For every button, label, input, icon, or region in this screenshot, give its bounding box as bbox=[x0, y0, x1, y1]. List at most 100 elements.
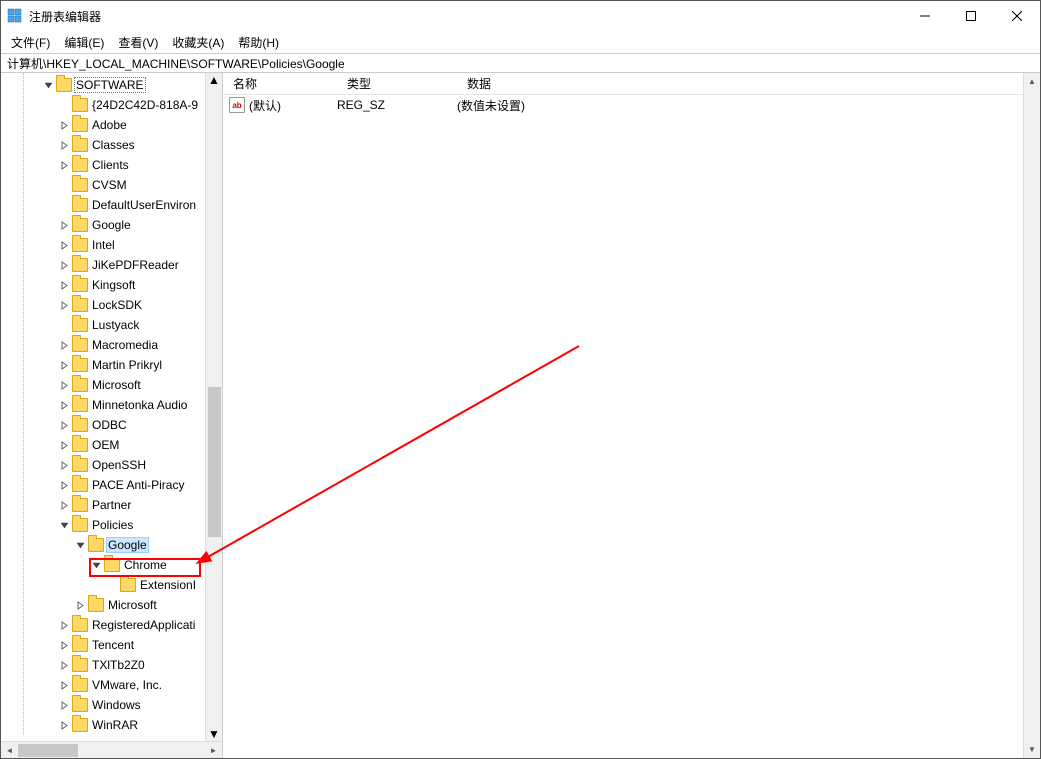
chevron-right-icon[interactable] bbox=[59, 120, 70, 131]
maximize-button[interactable] bbox=[948, 1, 994, 31]
chevron-right-icon[interactable] bbox=[59, 380, 70, 391]
chevron-right-icon[interactable] bbox=[59, 420, 70, 431]
tree-row[interactable]: VMware, Inc. bbox=[1, 675, 222, 695]
chevron-down-icon[interactable] bbox=[75, 540, 86, 551]
tree-row[interactable]: Windows bbox=[1, 695, 222, 715]
scroll-up-button[interactable]: ▲ bbox=[208, 73, 220, 87]
tree-row[interactable]: SOFTWARE bbox=[1, 75, 222, 95]
scroll-track[interactable] bbox=[1024, 90, 1041, 741]
folder-icon bbox=[72, 318, 88, 332]
chevron-right-icon[interactable] bbox=[59, 140, 70, 151]
minimize-button[interactable] bbox=[902, 1, 948, 31]
tree-row[interactable]: WinRAR bbox=[1, 715, 222, 735]
tree-row[interactable]: DefaultUserEnviron bbox=[1, 195, 222, 215]
close-button[interactable] bbox=[994, 1, 1040, 31]
tree-row[interactable]: Microsoft bbox=[1, 375, 222, 395]
tree-row[interactable]: OEM bbox=[1, 435, 222, 455]
chevron-right-icon[interactable] bbox=[59, 240, 70, 251]
scroll-thumb[interactable] bbox=[208, 387, 221, 537]
tree-row[interactable]: OpenSSH bbox=[1, 455, 222, 475]
tree-row[interactable]: Partner bbox=[1, 495, 222, 515]
chevron-right-icon[interactable] bbox=[59, 160, 70, 171]
chevron-right-icon[interactable] bbox=[59, 440, 70, 451]
menu-edit[interactable]: 编辑(E) bbox=[64, 34, 104, 51]
tree-row[interactable]: ODBC bbox=[1, 415, 222, 435]
menu-help[interactable]: 帮助(H) bbox=[238, 34, 279, 51]
tree-row[interactable]: Martin Prikryl bbox=[1, 355, 222, 375]
chevron-down-icon[interactable] bbox=[91, 560, 102, 571]
chevron-right-icon[interactable] bbox=[59, 620, 70, 631]
chevron-right-icon[interactable] bbox=[59, 220, 70, 231]
chevron-right-icon[interactable] bbox=[59, 700, 70, 711]
chevron-right-icon[interactable] bbox=[59, 360, 70, 371]
scroll-right-button[interactable]: ► bbox=[205, 742, 222, 759]
tree-row[interactable]: Lustyack bbox=[1, 315, 222, 335]
address-path: 计算机\HKEY_LOCAL_MACHINE\SOFTWARE\Policies… bbox=[7, 55, 345, 72]
chevron-right-icon[interactable] bbox=[59, 400, 70, 411]
tree-item-label: Kingsoft bbox=[92, 278, 135, 292]
column-header-name[interactable]: 名称 bbox=[223, 75, 337, 92]
chevron-right-icon[interactable] bbox=[75, 600, 86, 611]
value-name: (默认) bbox=[249, 97, 337, 114]
tree-row[interactable]: Google bbox=[1, 535, 222, 555]
list-vertical-scrollbar[interactable]: ▲ ▼ bbox=[1023, 73, 1040, 758]
chevron-right-icon[interactable] bbox=[59, 640, 70, 651]
menu-view[interactable]: 查看(V) bbox=[118, 34, 158, 51]
chevron-right-icon[interactable] bbox=[59, 680, 70, 691]
chevron-right-icon[interactable] bbox=[59, 480, 70, 491]
tree-horizontal-scrollbar[interactable]: ◄ ► bbox=[1, 741, 222, 758]
tree-row[interactable]: Minnetonka Audio bbox=[1, 395, 222, 415]
tree-row[interactable]: Policies bbox=[1, 515, 222, 535]
tree-row[interactable]: Intel bbox=[1, 235, 222, 255]
tree-row[interactable]: Tencent bbox=[1, 635, 222, 655]
registry-editor-window: 注册表编辑器 文件(F) 编辑(E) 查看(V) 收藏夹(A) 帮助(H) 计算… bbox=[0, 0, 1041, 759]
tree-row[interactable]: LockSDK bbox=[1, 295, 222, 315]
folder-icon bbox=[88, 598, 104, 612]
menu-file[interactable]: 文件(F) bbox=[11, 34, 50, 51]
scroll-thumb[interactable] bbox=[18, 744, 78, 757]
list-row[interactable]: ab (默认) REG_SZ (数值未设置) bbox=[223, 95, 1040, 115]
scroll-left-button[interactable]: ◄ bbox=[1, 742, 18, 759]
chevron-down-icon[interactable] bbox=[43, 80, 54, 91]
tree-row[interactable]: Adobe bbox=[1, 115, 222, 135]
chevron-right-icon[interactable] bbox=[59, 660, 70, 671]
scroll-track[interactable] bbox=[18, 742, 205, 759]
scroll-track[interactable] bbox=[206, 87, 223, 727]
tree-row[interactable]: Chrome bbox=[1, 555, 222, 575]
tree-row[interactable]: ExtensionI bbox=[1, 575, 222, 595]
tree-row[interactable]: TXlTb2Z0 bbox=[1, 655, 222, 675]
chevron-right-icon[interactable] bbox=[59, 500, 70, 511]
tree-row[interactable]: Clients bbox=[1, 155, 222, 175]
folder-icon bbox=[72, 518, 88, 532]
tree-row[interactable]: Google bbox=[1, 215, 222, 235]
chevron-right-icon[interactable] bbox=[59, 340, 70, 351]
menu-favorites[interactable]: 收藏夹(A) bbox=[172, 34, 224, 51]
chevron-right-icon[interactable] bbox=[59, 460, 70, 471]
tree-row[interactable]: Microsoft bbox=[1, 595, 222, 615]
tree-scroll-viewport[interactable]: SOFTWARE {24D2C42D-818A-9 AdobeClassesClie… bbox=[1, 73, 222, 741]
tree-row[interactable]: PACE Anti-Piracy bbox=[1, 475, 222, 495]
tree-row[interactable]: CVSM bbox=[1, 175, 222, 195]
chevron-right-icon[interactable] bbox=[59, 280, 70, 291]
tree-row[interactable]: RegisteredApplicati bbox=[1, 615, 222, 635]
scroll-down-button[interactable]: ▼ bbox=[1024, 741, 1041, 758]
folder-icon bbox=[72, 438, 88, 452]
chevron-down-icon[interactable] bbox=[59, 520, 70, 531]
tree-item-label: {24D2C42D-818A-9 bbox=[92, 98, 198, 112]
folder-icon bbox=[72, 398, 88, 412]
tree-row[interactable]: Classes bbox=[1, 135, 222, 155]
chevron-right-icon[interactable] bbox=[59, 300, 70, 311]
column-header-data[interactable]: 数据 bbox=[457, 75, 1040, 92]
tree-row[interactable]: JiKePDFReader bbox=[1, 255, 222, 275]
tree-item-label: ExtensionI bbox=[140, 578, 196, 592]
tree-row[interactable]: Macromedia bbox=[1, 335, 222, 355]
column-header-type[interactable]: 类型 bbox=[337, 75, 457, 92]
address-bar[interactable]: 计算机\HKEY_LOCAL_MACHINE\SOFTWARE\Policies… bbox=[1, 53, 1040, 73]
tree-row[interactable]: {24D2C42D-818A-9 bbox=[1, 95, 222, 115]
tree-row[interactable]: Kingsoft bbox=[1, 275, 222, 295]
chevron-right-icon[interactable] bbox=[59, 720, 70, 731]
chevron-right-icon[interactable] bbox=[59, 260, 70, 271]
scroll-up-button[interactable]: ▲ bbox=[1024, 73, 1041, 90]
scroll-down-button[interactable]: ▼ bbox=[208, 727, 220, 741]
tree-vertical-scrollbar[interactable]: ▲ ▼ bbox=[205, 73, 222, 741]
